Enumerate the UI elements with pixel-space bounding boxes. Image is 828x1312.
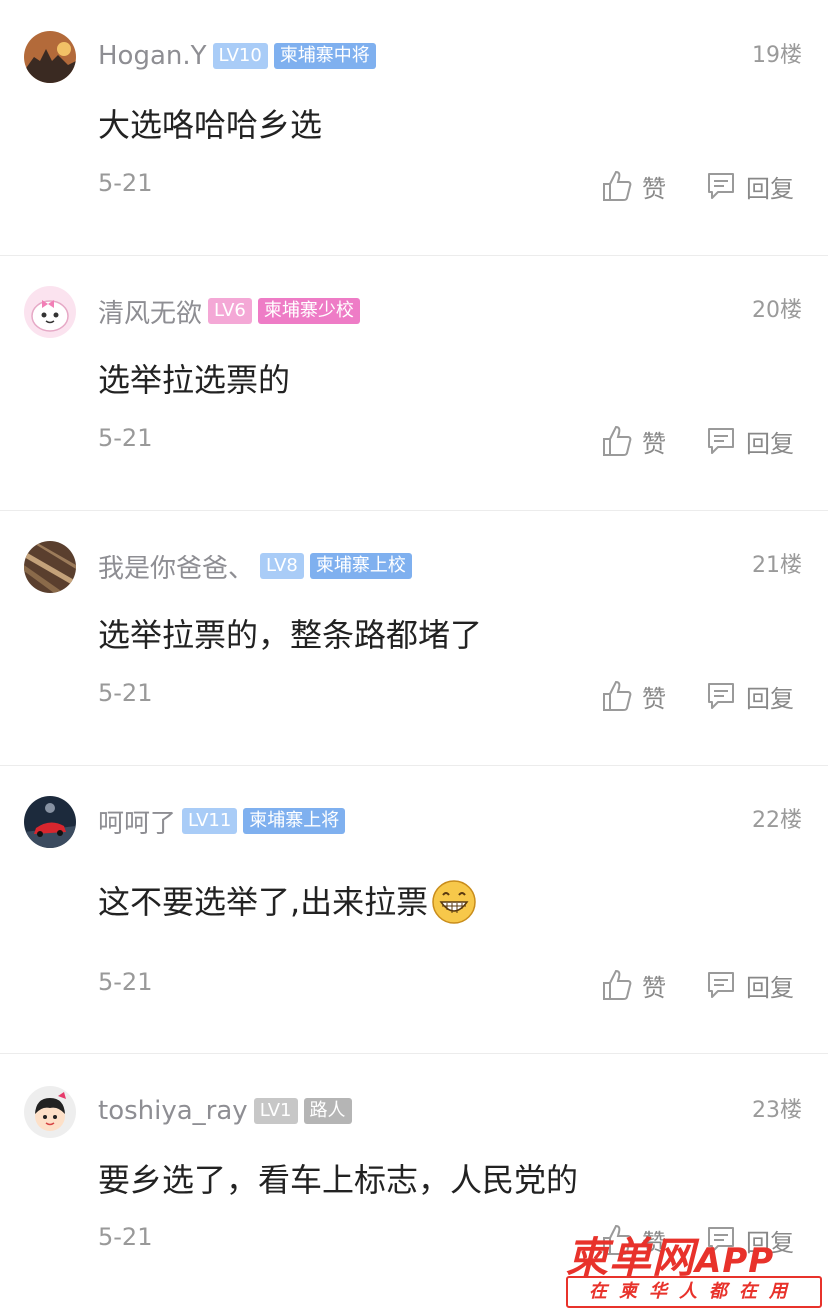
like-button[interactable]: 赞 xyxy=(602,166,666,206)
comment-body: 这不要选举了,出来拉票 xyxy=(98,880,478,924)
like-label: 赞 xyxy=(642,684,666,713)
floor-number: 22楼 xyxy=(752,808,802,833)
app-watermark: 柬单网APP 在柬华人都在用 xyxy=(566,1224,822,1308)
avatar[interactable] xyxy=(24,541,76,593)
avatar[interactable] xyxy=(24,286,76,338)
username[interactable]: Hogan.Y xyxy=(98,41,207,71)
floor-number: 23楼 xyxy=(752,1098,802,1123)
comment-date: 5-21 xyxy=(98,968,153,996)
comment-icon xyxy=(708,173,734,199)
thumbs-up-icon xyxy=(603,170,632,201)
comment-date: 5-21 xyxy=(98,679,153,707)
avatar[interactable] xyxy=(24,31,76,83)
like-label: 赞 xyxy=(642,429,666,458)
like-button[interactable]: 赞 xyxy=(602,676,666,716)
thumbs-up-icon xyxy=(603,680,632,711)
comment-icon xyxy=(708,683,734,709)
reply-label: 回复 xyxy=(746,174,794,203)
comment-icon xyxy=(708,972,734,998)
comment-text: 大选咯哈哈乡选 xyxy=(98,106,323,144)
author-row: 清风无欲 LV6 柬埔寨少校 xyxy=(98,291,360,331)
watermark-app-label: APP xyxy=(695,1241,775,1281)
grin-emoji-icon xyxy=(432,880,476,924)
avatar[interactable] xyxy=(24,1086,76,1138)
floor-number: 20楼 xyxy=(752,298,802,323)
comment-date: 5-21 xyxy=(98,424,153,452)
comment-item: 我是你爸爸、 LV8 柬埔寨上校 21楼 选举拉票的，整条路都堵了 5-21 赞… xyxy=(0,511,828,766)
level-badge: LV10 xyxy=(212,43,268,69)
reply-label: 回复 xyxy=(746,429,794,458)
rank-badge: 柬埔寨少校 xyxy=(257,298,360,324)
reply-button[interactable]: 回复 xyxy=(706,965,794,1005)
floor-number: 19楼 xyxy=(752,43,802,68)
level-badge: LV1 xyxy=(253,1098,298,1124)
level-badge: LV6 xyxy=(208,298,252,324)
like-label: 赞 xyxy=(642,174,666,203)
comment-item: 呵呵了 LV11 柬埔寨上将 22楼 这不要选举了,出来拉票 5-21 赞 回复 xyxy=(0,766,828,1054)
author-row: Hogan.Y LV10 柬埔寨中将 xyxy=(98,36,376,76)
username[interactable]: 呵呵了 xyxy=(98,803,176,840)
level-badge: LV8 xyxy=(260,553,304,579)
username[interactable]: 我是你爸爸、 xyxy=(98,548,254,585)
watermark-tagline: 在柬华人都在用 xyxy=(566,1276,822,1308)
comment-text: 选举拉票的，整条路都堵了 xyxy=(98,616,483,654)
reply-label: 回复 xyxy=(746,684,794,713)
reply-button[interactable]: 回复 xyxy=(706,166,794,206)
author-row: 呵呵了 LV11 柬埔寨上将 xyxy=(98,801,346,841)
author-row: toshiya_ray LV1 路人 xyxy=(98,1091,352,1131)
comment-icon xyxy=(708,428,734,454)
reply-button[interactable]: 回复 xyxy=(706,676,794,716)
reply-label: 回复 xyxy=(746,973,794,1002)
comment-item: 清风无欲 LV6 柬埔寨少校 20楼 选举拉选票的 5-21 赞 回复 xyxy=(0,256,828,511)
comment-item: Hogan.Y LV10 柬埔寨中将 19楼 大选咯哈哈乡选 5-21 赞 回复 xyxy=(0,0,828,256)
comment-date: 5-21 xyxy=(98,1223,153,1251)
reply-button[interactable]: 回复 xyxy=(706,421,794,461)
comment-date: 5-21 xyxy=(98,169,153,197)
like-button[interactable]: 赞 xyxy=(602,965,666,1005)
username[interactable]: 清风无欲 xyxy=(98,293,202,330)
floor-number: 21楼 xyxy=(752,553,802,578)
avatar[interactable] xyxy=(24,796,76,848)
like-label: 赞 xyxy=(642,973,666,1002)
watermark-brand-name: 柬单网 xyxy=(566,1233,696,1282)
comment-text: 要乡选了，看车上标志，人民党的 xyxy=(98,1161,579,1199)
username[interactable]: toshiya_ray xyxy=(98,1096,248,1126)
rank-badge: 柬埔寨上将 xyxy=(243,808,346,834)
author-row: 我是你爸爸、 LV8 柬埔寨上校 xyxy=(98,546,412,586)
comment-text: 这不要选举了,出来拉票 xyxy=(98,883,429,921)
thumbs-up-icon xyxy=(603,969,632,1000)
rank-badge: 柬埔寨上校 xyxy=(309,553,412,579)
comment-text: 选举拉选票的 xyxy=(98,361,291,399)
like-button[interactable]: 赞 xyxy=(602,421,666,461)
level-badge: LV11 xyxy=(182,808,238,834)
rank-badge: 柬埔寨中将 xyxy=(273,43,376,69)
rank-badge: 路人 xyxy=(303,1098,352,1124)
thumbs-up-icon xyxy=(603,425,632,456)
